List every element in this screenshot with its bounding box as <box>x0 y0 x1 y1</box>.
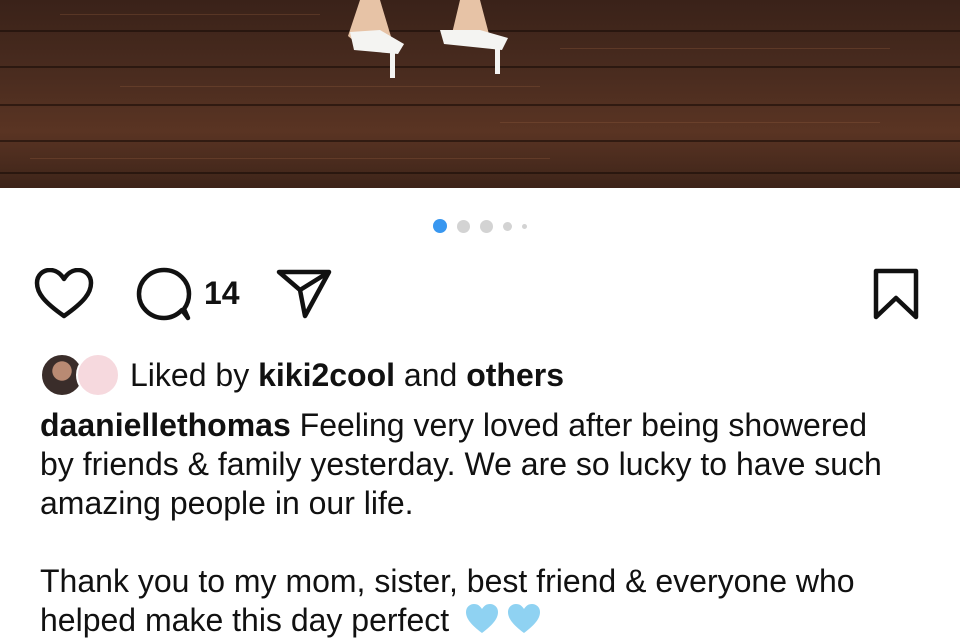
paper-plane-icon <box>276 269 332 319</box>
likes-row: Liked by kiki2cool and others <box>40 352 564 398</box>
comment-count[interactable]: 14 <box>204 275 240 312</box>
light-blue-heart-emoji <box>466 604 499 633</box>
liker-username[interactable]: kiki2cool <box>258 357 395 393</box>
like-button[interactable] <box>34 266 94 322</box>
caption-text: Thank you to my mom, sister, best friend… <box>40 563 855 638</box>
likes-prefix: Liked by <box>130 356 250 393</box>
comment-button[interactable] <box>134 266 194 322</box>
post-action-bar: 14 <box>34 266 926 322</box>
likes-joiner: and <box>403 356 458 393</box>
post-caption: daaniellethomas Feeling very loved after… <box>40 406 900 640</box>
carousel-indicator <box>0 219 960 233</box>
carousel-dot <box>522 223 527 229</box>
likes-others-link[interactable]: others <box>466 357 564 393</box>
post-photo[interactable] <box>0 0 960 188</box>
bookmark-icon <box>873 268 919 320</box>
heart-outline-icon <box>34 268 94 319</box>
light-blue-heart-emoji <box>508 604 541 633</box>
share-button[interactable] <box>274 266 334 322</box>
carousel-dot <box>480 219 493 233</box>
caption-username[interactable]: daaniellethomas <box>40 407 291 443</box>
liker-avatar[interactable] <box>76 353 120 397</box>
carousel-dot-active <box>433 219 447 233</box>
save-button[interactable] <box>866 266 926 322</box>
carousel-dot <box>457 219 470 233</box>
carousel-dot <box>503 221 512 231</box>
likes-summary[interactable]: Liked by kiki2cool and others <box>130 357 564 394</box>
white-heels-image <box>348 0 508 78</box>
comment-bubble-icon <box>136 267 192 321</box>
